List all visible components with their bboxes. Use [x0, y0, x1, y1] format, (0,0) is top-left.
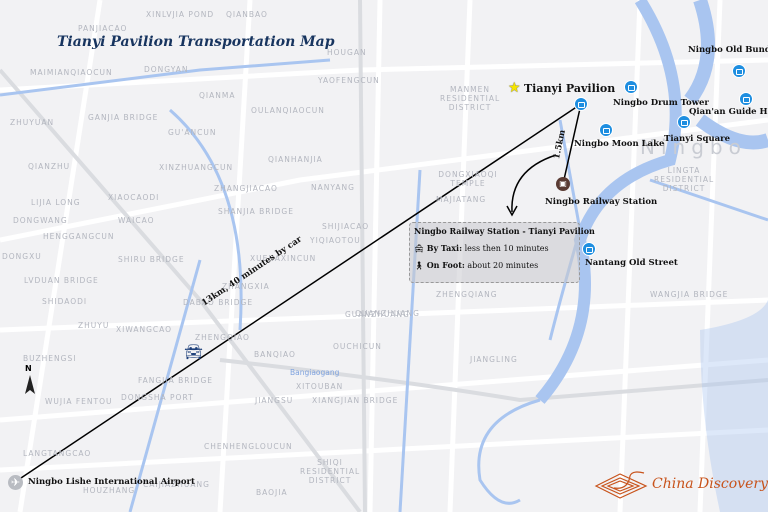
place-label: ZHANGJIACAO — [214, 184, 278, 193]
place-label: DONGXU — [2, 252, 42, 261]
foot-value: about 20 minutes — [467, 261, 539, 270]
camera-icon[interactable] — [599, 123, 613, 137]
place-label: GUANZHUANG — [345, 310, 410, 319]
brand-name: China Discovery — [652, 476, 768, 492]
place-label: MAIMIANQIAOCUN — [30, 68, 113, 77]
car-icon: 🚘︎ — [184, 343, 204, 361]
camera-icon[interactable] — [624, 80, 638, 94]
transportation-map: XINLVJIA POND QIANBAO PANJIACAO DONGYAN MAIM… — [0, 0, 768, 512]
place-label: DONGXIAOQI TEMPLE — [438, 170, 498, 188]
place-label: ZHENGQIANG — [436, 290, 498, 299]
place-label: LVDUAN BRIDGE — [24, 276, 99, 285]
place-label: GU'ANCUN — [168, 128, 217, 137]
taxi-label: By Taxi: — [426, 243, 463, 253]
place-label: BUZHENGSI — [23, 354, 77, 363]
poi-tianyi-square[interactable]: Tianyi Square — [664, 134, 730, 144]
place-label: ZHENGQIAO — [195, 333, 250, 342]
place-label: SHIJIACAO — [322, 222, 370, 231]
compass-label: N — [25, 364, 32, 373]
place-label: ZHUYUAN — [10, 118, 55, 127]
taxi-value: less then 10 minutes — [464, 244, 549, 253]
place-label: JIANGSU — [255, 396, 294, 405]
place-label: SHIQI RESIDENTIAL DISTRICT — [300, 458, 361, 485]
place-label: MANMEN RESIDENTIAL DISTRICT — [440, 85, 501, 112]
place-label: NANYANG — [311, 183, 355, 192]
poi-tianyi-pavilion[interactable]: Tianyi Pavilion — [524, 82, 615, 95]
place-label: WUJIA FENTOU — [45, 397, 113, 406]
info-heading: Ningbo Railway Station - Tianyi Pavilion — [414, 226, 595, 236]
place-label: HOUZHANG — [83, 486, 136, 495]
place-label: OULANQIAOCUN — [251, 106, 325, 115]
place-label: XIANGJIAN BRIDGE — [312, 396, 399, 405]
place-label: PANJIACAO — [78, 24, 128, 33]
map-title: Tianyi Pavilion Transportation Map — [57, 34, 335, 50]
china-discovery-logo-icon — [594, 471, 648, 499]
camera-icon[interactable] — [677, 115, 691, 129]
place-label: LINGTA RESIDENTIAL DISTRICT — [654, 166, 715, 193]
camera-icon[interactable] — [574, 97, 588, 111]
poi-nantang-old-street[interactable]: Nantang Old Street — [585, 258, 678, 268]
walking-icon: 🚶︎ — [414, 261, 425, 270]
poi-guild-hall[interactable]: Qian'an Guide Hall — [689, 107, 768, 117]
place-label: ZHUYU — [78, 321, 110, 330]
camera-icon[interactable] — [582, 242, 596, 256]
place-label: OUCHICUN — [333, 342, 382, 351]
star-icon: ★ — [508, 80, 521, 96]
poi-moon-lake[interactable]: Ningbo Moon Lake — [574, 139, 664, 149]
place-label: HENGGANGCUN — [43, 232, 115, 241]
place-label: XINLVJIA POND — [146, 10, 215, 19]
poi-old-bund[interactable]: Ningbo Old Bund — [688, 45, 768, 55]
place-label: BANQIAO — [254, 350, 296, 359]
place-label: LIJIA LONG — [31, 198, 81, 207]
place-label: LANGTANGCAO — [23, 449, 92, 458]
place-label: SHIRU BRIDGE — [118, 255, 185, 264]
place-label: SHANJIA BRIDGE — [218, 207, 294, 216]
place-label: MAJIATANG — [436, 195, 487, 204]
foot-label: On Foot: — [426, 260, 465, 270]
poi-airport[interactable]: Ningbo Lishe International Airport — [28, 477, 195, 487]
compass-arrow-icon — [25, 375, 35, 394]
camera-icon[interactable] — [732, 64, 746, 78]
taxi-icon: 🚖︎ — [414, 244, 425, 253]
place-label: XIWANGCAO — [116, 325, 173, 334]
place-label: QIANZHU — [28, 162, 71, 171]
place-label: QIANMA — [199, 91, 236, 100]
place-label: BAOJIA — [256, 488, 288, 497]
airport-icon[interactable]: ✈ — [8, 475, 23, 490]
place-label: GANJIA BRIDGE — [88, 113, 159, 122]
train-icon[interactable]: ▣ — [556, 177, 570, 191]
base-map — [0, 0, 768, 512]
place-label: SHIDAODI — [42, 297, 88, 306]
place-label: CHENHENGLOUCUN — [204, 442, 293, 451]
place-label: XINZHUANGCUN — [159, 163, 234, 172]
place-label: FANGJIA BRIDGE — [138, 376, 214, 385]
place-label: DONGSHA PORT — [121, 393, 194, 402]
place-label: QIANBAO — [226, 10, 268, 19]
place-label: WANGJIA BRIDGE — [650, 290, 729, 299]
place-label: JIANGLING — [470, 355, 518, 364]
place-label: XIAOCAODI — [108, 193, 160, 202]
place-label: QIANHANJIA — [268, 155, 323, 164]
place-label: YIQIAOTOU — [310, 236, 361, 245]
poi-railway-station[interactable]: Ningbo Railway Station — [545, 197, 657, 207]
route-info-box: Ningbo Railway Station - Tianyi Pavilion… — [409, 222, 595, 283]
place-label: XITOUBAN — [296, 382, 344, 391]
place-label: DONGYAN — [144, 65, 189, 74]
place-label: YAOFENGCUN — [318, 76, 380, 85]
camera-icon[interactable] — [739, 92, 753, 106]
place-label: DONGWANG — [13, 216, 68, 225]
place-label: Bangiaogang — [290, 368, 340, 377]
place-label: WAICAO — [118, 216, 155, 225]
